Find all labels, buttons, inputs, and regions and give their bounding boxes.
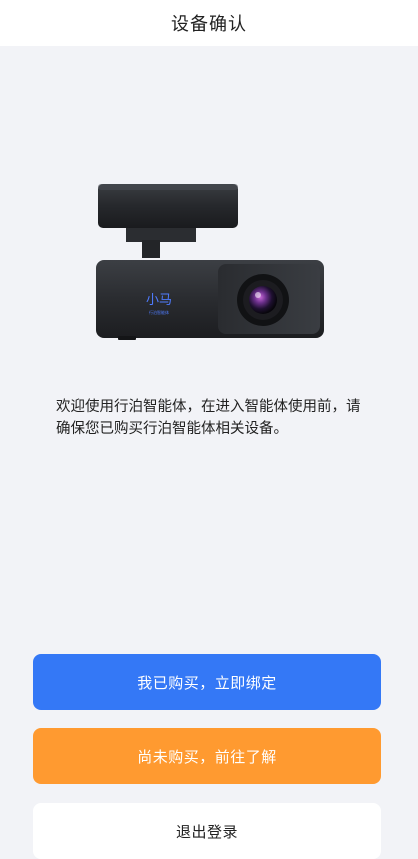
logout-button[interactable]: 退出登录	[33, 803, 381, 859]
dashcam-device-image: 小马 行泊智能体	[90, 178, 330, 346]
brand-logo: 小马	[146, 293, 172, 308]
learn-more-button[interactable]: 尚未购买，前往了解	[33, 728, 381, 784]
dashcam-illustration: 小马 行泊智能体	[96, 184, 324, 340]
lens-icon	[249, 286, 277, 314]
learn-more-label: 尚未购买，前往了解	[137, 747, 277, 766]
page-title: 设备确认	[171, 14, 247, 35]
logout-label: 退出登录	[175, 822, 238, 841]
top-bar: 设备确认	[0, 0, 418, 46]
bind-device-button[interactable]: 我已购买，立即绑定	[33, 654, 381, 710]
intro-text: 欢迎使用行泊智能体，在进入智能体使用前，请确保您已购买行泊智能体相关设备。	[56, 399, 361, 437]
mount-neck	[126, 228, 196, 242]
mount-top	[98, 184, 238, 228]
bind-device-label: 我已购买，立即绑定	[137, 673, 277, 692]
brand-subtext: 行泊智能体	[149, 309, 169, 315]
